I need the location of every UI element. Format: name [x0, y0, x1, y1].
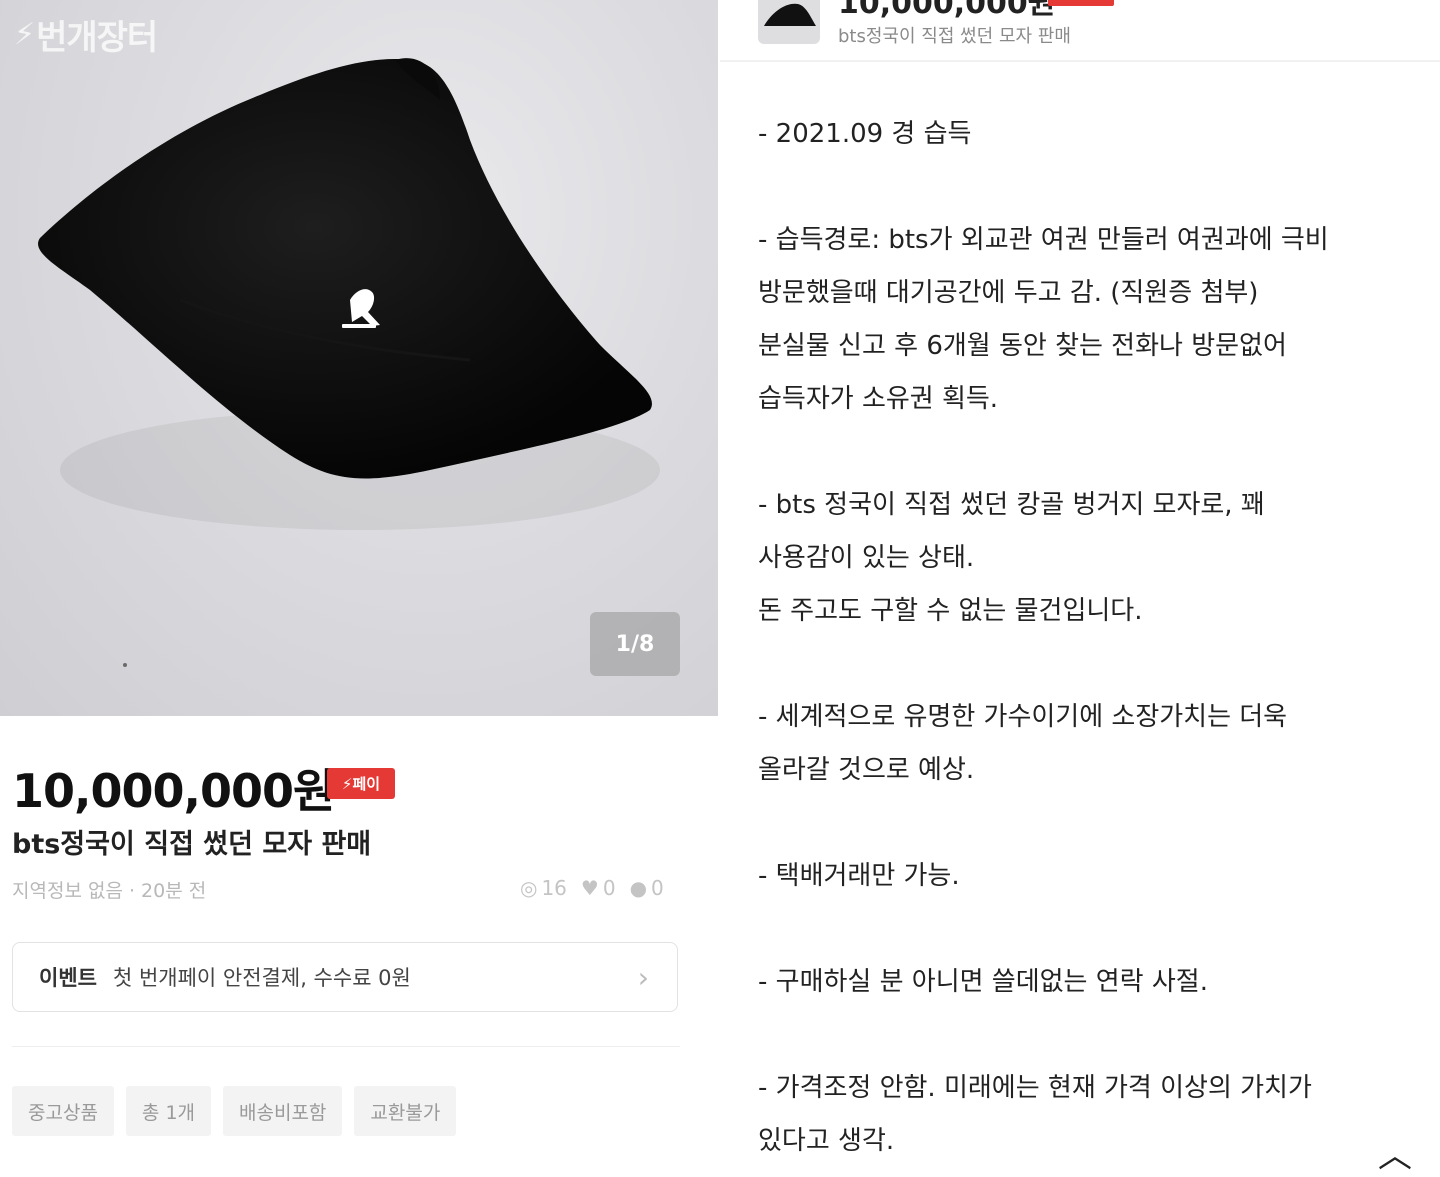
description-gap [758, 426, 1408, 479]
heart-icon: ♥ [580, 876, 599, 900]
description-line: 있다고 생각. [758, 1126, 895, 1156]
listing-stats: ◎ 16 ♥ 0 ● 0 [520, 876, 664, 900]
header-divider [720, 60, 1440, 62]
description-gap [758, 903, 1408, 956]
product-photo[interactable]: ⚡ 번개장터 1/8 [0, 0, 718, 716]
price: 10,000,000원 [12, 764, 335, 818]
tag-shipping: 배송비포함 [223, 1086, 343, 1136]
views-stat: ◎ 16 [520, 876, 567, 900]
tag-list: 중고상품 총 1개 배송비포함 교환불가 [12, 1086, 457, 1136]
description-gap [758, 161, 1408, 214]
photo-counter: 1/8 [590, 612, 680, 676]
chats-stat: ● 0 [629, 876, 664, 900]
event-banner[interactable]: 이벤트 첫 번개페이 안전결제, 수수료 0원 › [12, 942, 678, 1012]
event-text: 첫 번개페이 안전결제, 수수료 0원 [112, 966, 411, 990]
description-gap [758, 638, 1408, 691]
tag-condition: 중고상품 [12, 1086, 114, 1136]
description-gap [758, 1009, 1408, 1062]
description-line: - 구매하실 분 아니면 쓸데없는 연락 사절. [758, 967, 1208, 997]
description-panel: 10,000,000원 bts정국이 직접 썼던 모자 판매 - 2021.09… [720, 0, 1440, 1176]
listing-title: bts정국이 직접 썼던 모자 판매 [12, 829, 372, 860]
lightning-icon: ⚡ [14, 17, 35, 52]
description-line: - 택배거래만 가능. [758, 861, 960, 891]
event-label: 이벤트 [39, 966, 97, 990]
description-line: 사용감이 있는 상태. [758, 543, 975, 573]
description-line: - 가격조정 안함. 미래에는 현재 가격 이상의 가치가 [758, 1073, 1312, 1103]
description-gap [758, 797, 1408, 850]
chevron-up-icon[interactable]: ︿ [1378, 1128, 1412, 1177]
header-price: 10,000,000원 [838, 0, 1056, 21]
listing-meta: 지역정보 없음 · 20분 전 [12, 880, 207, 902]
description-line: - 세계적으로 유명한 가수이기에 소장가치는 더욱 [758, 702, 1288, 732]
chevron-right-icon: › [637, 961, 649, 994]
pay-badge: ⚡ 페이 [327, 768, 395, 799]
pay-badge-label: 페이 [352, 775, 381, 793]
tag-quantity: 총 1개 [125, 1086, 212, 1136]
header-title: bts정국이 직접 썼던 모자 판매 [838, 26, 1071, 47]
description-line: 방문했을때 대기공간에 두고 감. (직원증 첨부) [758, 278, 1259, 308]
description-line: 올라갈 것으로 예상. [758, 755, 975, 785]
bucket-hat-image [38, 58, 660, 667]
hat-thumbnail-image [764, 3, 816, 26]
tag-exchange: 교환불가 [354, 1086, 457, 1136]
description-line: - bts 정국이 직접 썼던 캉골 벙거지 모자로, 꽤 [758, 490, 1265, 520]
description-line: 습득자가 소유권 획득. [758, 384, 999, 414]
lightning-icon: ⚡ [341, 774, 353, 793]
likes-stat[interactable]: ♥ 0 [581, 876, 616, 900]
description-body: - 2021.09 경 습득 - 습득경로: bts가 외교관 여권 만들러 여… [758, 108, 1408, 1168]
description-line: - 습득경로: bts가 외교관 여권 만들러 여권과에 극비 [758, 225, 1329, 255]
description-line: 돈 주고도 구할 수 없는 물건입니다. [758, 596, 1143, 626]
watermark-text: 번개장터 [36, 18, 158, 58]
eye-icon: ◎ [520, 876, 538, 900]
listing-panel: ⚡ 번개장터 1/8 10,000,000원 ⚡ 페이 bts정국이 직접 썼던 … [0, 0, 718, 1165]
description-line: - 2021.09 경 습득 [758, 119, 972, 149]
watermark: ⚡ 번개장터 [14, 10, 158, 59]
header-pay-badge [1048, 0, 1114, 6]
divider [12, 1046, 680, 1047]
description-line: 분실물 신고 후 6개월 동안 찾는 전화나 방문없어 [758, 331, 1287, 361]
product-thumbnail[interactable] [758, 0, 820, 44]
chat-icon: ● [629, 876, 648, 900]
